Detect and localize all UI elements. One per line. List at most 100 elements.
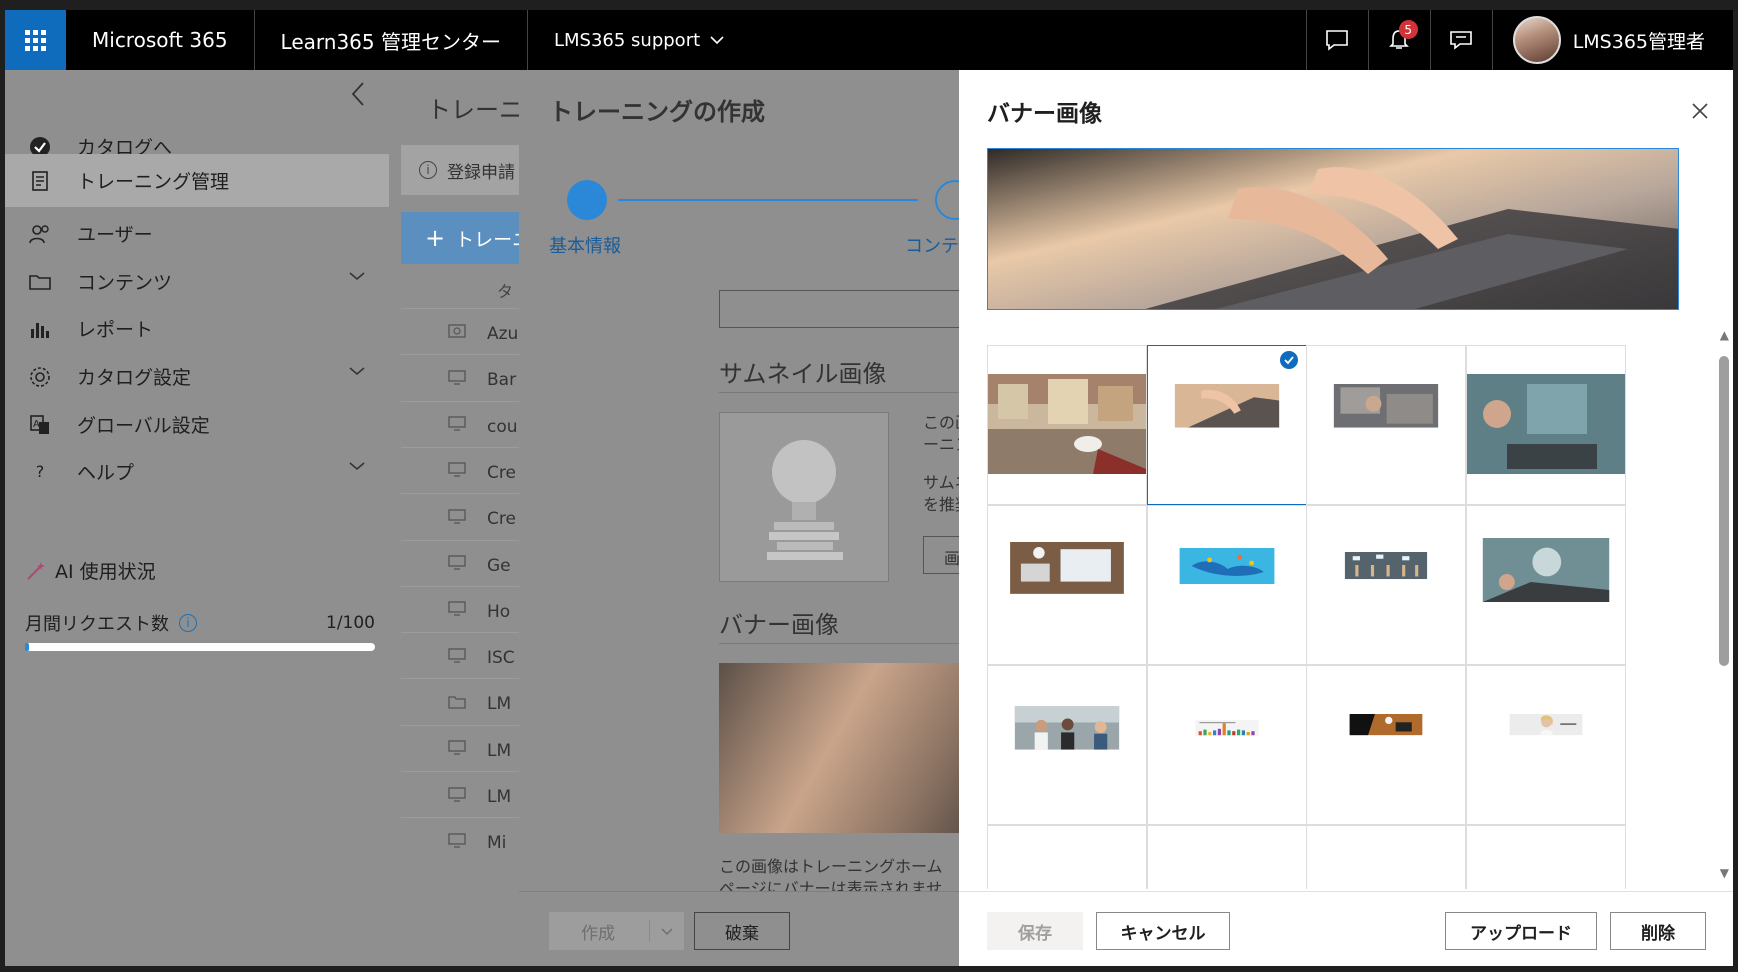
sidebar-item-contents[interactable]: コンテンツ (5, 255, 389, 308)
sidebar-item-label: ヘルプ (77, 462, 135, 484)
step-indicator-basic-info[interactable] (567, 180, 607, 220)
thumbnail-select-button[interactable]: 画 (923, 536, 959, 574)
thumbnail-heading: サムネイル画像 (719, 360, 887, 388)
whats-new-button[interactable] (1429, 10, 1492, 70)
step-indicator-content[interactable] (935, 180, 959, 220)
magic-wand-icon (27, 561, 45, 580)
list-item[interactable]: cou (401, 400, 519, 452)
laptop-typing-image (1174, 384, 1280, 428)
list-item[interactable]: ISC (401, 632, 519, 683)
delete-button[interactable]: 削除 (1610, 912, 1706, 950)
monitor-icon (448, 555, 468, 576)
banner-option[interactable] (1466, 665, 1626, 825)
sidebar-item-global-settings[interactable]: A グローバル設定 (5, 398, 389, 451)
create-button[interactable]: 作成 (549, 912, 684, 950)
panel-title: トレーニングの作成 (549, 98, 765, 126)
banner-option[interactable] (1306, 505, 1466, 665)
info-banner-text: 登録申請 (447, 162, 515, 183)
app-name[interactable]: Microsoft 365 (66, 10, 255, 70)
thumbnail-desc-line: この画 (923, 413, 959, 432)
upload-button[interactable]: アップロード (1445, 912, 1597, 950)
save-button[interactable]: 保存 (987, 912, 1083, 950)
list-item[interactable]: LM (401, 724, 519, 776)
sidebar-item-reports[interactable]: レポート (5, 302, 389, 355)
chevron-down-icon[interactable] (660, 921, 674, 941)
list-item[interactable]: Cre (401, 493, 519, 544)
list-item[interactable]: LM (401, 678, 519, 729)
feedback-button[interactable] (1305, 10, 1368, 70)
divider (719, 392, 959, 393)
sidebar-item-catalog-settings[interactable]: カタログ設定 (5, 350, 389, 403)
banner-image-grid (987, 345, 1679, 889)
banner-option[interactable] (1466, 825, 1626, 889)
banner-option[interactable] (1147, 825, 1307, 889)
tenant-selector[interactable]: LMS365 support (528, 10, 750, 70)
monitor-icon (448, 740, 468, 761)
scrollbar-thumb[interactable] (1719, 356, 1729, 666)
cancel-button[interactable]: キャンセル (1096, 912, 1230, 950)
monitor-icon (448, 601, 468, 622)
folder-icon (25, 270, 55, 294)
banner-option[interactable] (1147, 665, 1307, 825)
banner-option[interactable] (1306, 665, 1466, 825)
column-header-title[interactable]: タ (497, 278, 513, 302)
sidebar: カタログへ トレーニング管理 ユーザー コンテンツ レポート カタログ設定 A … (5, 70, 389, 966)
app-launcher-button[interactable] (5, 10, 66, 70)
people-chat-image (1344, 552, 1428, 580)
scroll-up-arrow[interactable]: ▲ (1720, 328, 1729, 342)
list-item[interactable]: LM (401, 771, 519, 822)
sidebar-item-users[interactable]: ユーザー (5, 207, 389, 260)
notifications-button[interactable]: 5 (1367, 10, 1430, 70)
admin-center-title[interactable]: Learn365 管理センター (255, 10, 528, 70)
waffle-icon (25, 29, 46, 51)
step-label-content: コンテ (905, 236, 959, 257)
scroll-down-arrow[interactable]: ▼ (1720, 866, 1729, 880)
create-button-label: 作成 (581, 923, 615, 944)
list-item[interactable]: Azu (401, 308, 519, 359)
world-map-image (1179, 548, 1275, 584)
chat-icon (1326, 30, 1348, 51)
list-item[interactable]: Ho (401, 585, 519, 637)
list-item-label: Mi (487, 833, 507, 854)
desk-laptop-image (1010, 542, 1124, 594)
team-highfive-image (1014, 706, 1120, 750)
list-item[interactable]: Cre (401, 446, 519, 498)
monthly-requests-progress (25, 643, 375, 651)
tenant-name: LMS365 support (553, 29, 701, 51)
new-training-button[interactable]: + トレーニ (401, 212, 519, 264)
list-item-label: Bar (487, 370, 517, 391)
sidebar-item-help[interactable]: ? ヘルプ (5, 445, 389, 498)
question-icon: ? (35, 462, 45, 481)
banner-option[interactable] (987, 825, 1147, 889)
list-item-label: LM (487, 694, 512, 715)
banner-option[interactable] (1466, 505, 1626, 665)
city-coffee-image (988, 374, 1146, 474)
sidebar-item-label: グローバル設定 (77, 415, 210, 437)
info-icon[interactable]: i (179, 614, 197, 632)
list-item-label: LM (487, 787, 512, 807)
user-menu[interactable]: LMS365管理者 (1491, 10, 1733, 70)
sidebar-item-label: カタログ設定 (77, 367, 192, 389)
banner-option[interactable] (1306, 825, 1466, 889)
banner-option[interactable] (987, 505, 1147, 665)
notification-badge: 5 (1398, 20, 1418, 39)
monthly-requests-label: 月間リクエスト数 (25, 614, 169, 635)
list-item[interactable]: Ge (401, 539, 519, 591)
text-field[interactable] (719, 290, 959, 328)
panel-footer: 作成 破棄 (519, 891, 959, 966)
banner-option[interactable] (1466, 345, 1626, 505)
collapse-sidebar-button[interactable] (351, 80, 365, 115)
monitor-icon (448, 833, 468, 854)
banner-option[interactable] (1147, 505, 1307, 665)
discard-button[interactable]: 破棄 (694, 912, 790, 950)
list-item[interactable]: Mi (401, 817, 519, 868)
banner-option[interactable] (987, 665, 1147, 825)
banner-option[interactable] (1306, 345, 1466, 505)
dialog-title: バナー画像 (987, 101, 1102, 127)
list-item[interactable]: Bar (401, 354, 519, 405)
info-icon: i (419, 161, 437, 179)
banner-option-selected[interactable] (1147, 345, 1307, 505)
close-button[interactable] (1691, 98, 1709, 126)
sidebar-item-training-management[interactable]: トレーニング管理 (5, 154, 389, 207)
banner-option[interactable] (987, 345, 1147, 505)
